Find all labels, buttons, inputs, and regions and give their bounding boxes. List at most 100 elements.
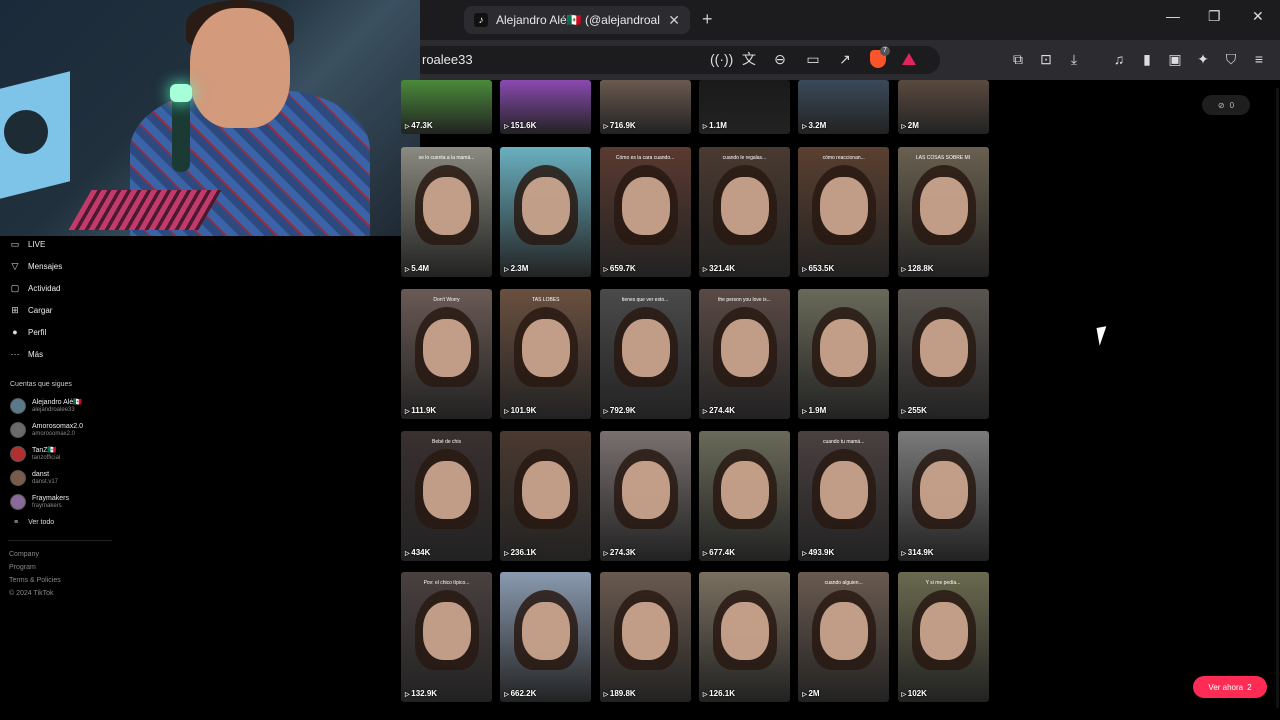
toggle-pill[interactable]: ⊘ 0 <box>1202 95 1250 115</box>
menu-icon[interactable]: ≡ <box>1250 50 1268 68</box>
sidebar-toggle-icon[interactable]: ▮ <box>1138 50 1156 68</box>
video-thumbnail[interactable]: 2M <box>897 80 989 134</box>
video-thumbnail[interactable]: cuando tu mamá... 493.9K <box>798 431 890 561</box>
nav-item-more[interactable]: ··· Más <box>10 349 44 359</box>
thumbnail-face <box>621 319 670 377</box>
view-count: 5.4M <box>405 264 429 273</box>
leo-ai-icon[interactable]: ✦ <box>1194 50 1212 68</box>
video-caption: cuando tu mamá... <box>822 439 865 445</box>
view-count: 132.9K <box>405 689 437 698</box>
video-thumbnail[interactable]: Don't Worry 111.9K <box>401 289 492 419</box>
new-tab-button[interactable]: + <box>702 9 713 30</box>
nav-item-label: Más <box>28 349 44 359</box>
media-icon[interactable]: ♫ <box>1110 50 1128 68</box>
view-count: 653.5K <box>802 264 834 273</box>
followed-account[interactable]: TanZ🇲🇽 tanzofficial <box>10 446 60 462</box>
video-thumbnail[interactable]: 1.9M <box>798 289 890 419</box>
sidebar-divider <box>8 540 112 541</box>
video-thumbnail[interactable]: the person you love is... 274.4K <box>698 289 790 419</box>
video-thumbnail[interactable]: LAS COSAS SOBRE MI 128.8K <box>897 147 989 277</box>
thumbnail-face <box>919 602 968 660</box>
screenshot-icon[interactable]: ⊡ <box>1037 50 1055 68</box>
extensions-icon[interactable]: ⧉ <box>1009 50 1027 68</box>
video-thumbnail[interactable]: 716.9K <box>599 80 691 134</box>
nav-item-profile[interactable]: ● Perfil <box>10 327 46 337</box>
thumbnail-face <box>720 177 769 235</box>
video-thumbnail[interactable]: 274.3K <box>599 431 691 561</box>
video-thumbnail[interactable]: 1.1M <box>698 80 790 134</box>
video-thumbnail[interactable]: cómo reaccionan... 653.5K <box>798 147 890 277</box>
close-window-button[interactable]: ✕ <box>1252 8 1264 25</box>
video-thumbnail[interactable]: Bebé de chis 434K <box>401 431 492 561</box>
video-thumbnail[interactable]: tienes que ver esto... 792.9K <box>599 289 691 419</box>
thumbnail-face <box>621 177 670 235</box>
profile-icon: ● <box>12 327 18 337</box>
video-thumbnail[interactable]: Y si me pedía... 102K <box>897 572 989 702</box>
view-count: 2.3M <box>504 264 529 273</box>
address-bar[interactable]: roalee33 <box>410 46 940 74</box>
video-thumbnail[interactable]: 189.8K <box>599 572 691 702</box>
watch-now-label: Ver ahora <box>1208 682 1244 692</box>
video-thumbnail[interactable]: cuando le regalas... 321.4K <box>698 147 790 277</box>
share-icon[interactable]: ↗ <box>836 50 854 68</box>
video-thumbnail[interactable]: 47.3K <box>401 80 492 134</box>
video-thumbnail[interactable]: cuando alguien... 2M <box>798 572 890 702</box>
webcam-person-face <box>190 8 290 128</box>
see-all-link[interactable]: ≡ Ver todo <box>14 519 64 526</box>
thumbnail-face <box>423 461 471 519</box>
wallet-icon[interactable]: ▣ <box>1166 50 1184 68</box>
video-caption: Bebé de chis <box>432 439 461 445</box>
nav-item-live[interactable]: ▭ LIVE <box>10 239 46 249</box>
footer-link[interactable]: Program <box>9 564 36 571</box>
account-name: danst <box>32 470 50 478</box>
video-thumbnail[interactable]: 2.3M <box>500 147 592 277</box>
scrollbar[interactable] <box>1276 88 1279 708</box>
video-thumbnail[interactable]: Cómo es la cara cuando... 659.7K <box>599 147 691 277</box>
video-caption: tienes que ver esto... <box>621 297 669 303</box>
vpn-icon[interactable]: ⛉ <box>1222 50 1240 68</box>
view-count: 677.4K <box>703 548 735 557</box>
activity-icon: ▢ <box>10 283 20 293</box>
brave-rewards-icon[interactable] <box>902 53 916 65</box>
video-thumbnail[interactable]: 677.4K <box>698 431 790 561</box>
view-count: 2M <box>902 121 919 130</box>
tab-close-icon[interactable]: ✕ <box>668 12 680 29</box>
footer-link[interactable]: Terms & Policies <box>9 577 61 584</box>
watch-now-button[interactable]: Ver ahora 2 <box>1193 676 1267 698</box>
video-thumbnail[interactable]: 126.1K <box>698 572 790 702</box>
video-thumbnail[interactable]: 255K <box>897 289 989 419</box>
nav-item-activity[interactable]: ▢ Actividad <box>10 283 61 293</box>
followed-account[interactable]: danst danst.v17 <box>10 470 58 486</box>
thumbnail-face <box>621 602 670 660</box>
followed-account[interactable]: Amorosomax2.0 amorosomax2.0 <box>10 422 83 438</box>
video-thumbnail[interactable]: se lo cuenta a la mamá... 5.4M <box>401 147 492 277</box>
video-thumbnail[interactable]: 662.2K <box>500 572 592 702</box>
download-icon[interactable]: ⤓ <box>1065 50 1083 68</box>
video-thumbnail[interactable]: 3.2M <box>798 80 890 134</box>
browser-tab[interactable]: ♪ Alejandro Alé🇲🇽 (@alejandroale ✕ <box>464 6 690 34</box>
video-thumbnail[interactable]: 314.9K <box>897 431 989 561</box>
webcam-overlay <box>0 0 420 236</box>
translate-icon[interactable]: 文 <box>740 50 758 68</box>
account-name: Alejandro Alé🇲🇽 <box>32 398 82 406</box>
zoom-icon[interactable]: ⊖ <box>771 50 789 68</box>
view-count: 659.7K <box>604 264 636 273</box>
thumbnail-face <box>621 461 670 519</box>
video-thumbnail[interactable]: 151.6K <box>500 80 592 134</box>
thumbnail-face <box>522 602 571 660</box>
followed-account[interactable]: Alejandro Alé🇲🇽 alejandroalee33 <box>10 398 82 414</box>
followed-account[interactable]: Fraymakers fraymakers <box>10 494 69 510</box>
cast-icon[interactable]: ▭ <box>804 50 822 68</box>
nav-item-upload[interactable]: ⊞ Cargar <box>10 305 52 315</box>
video-thumbnail[interactable]: 236.1K <box>500 431 592 561</box>
read-aloud-icon[interactable]: ((·)) <box>710 50 733 68</box>
nav-item-messages[interactable]: ▽ Mensajes <box>10 261 63 271</box>
footer-link[interactable]: Company <box>9 551 39 558</box>
video-thumbnail[interactable]: Pov: el chico típico... 132.9K <box>401 572 492 702</box>
minimize-button[interactable]: — <box>1166 8 1180 24</box>
footer-link: © 2024 TikTok <box>9 590 54 597</box>
maximize-button[interactable]: ❐ <box>1208 8 1221 25</box>
thumbnail-face <box>919 177 968 235</box>
video-thumbnail[interactable]: TAS LOBES 101.9K <box>500 289 592 419</box>
view-count: 101.9K <box>504 406 537 415</box>
